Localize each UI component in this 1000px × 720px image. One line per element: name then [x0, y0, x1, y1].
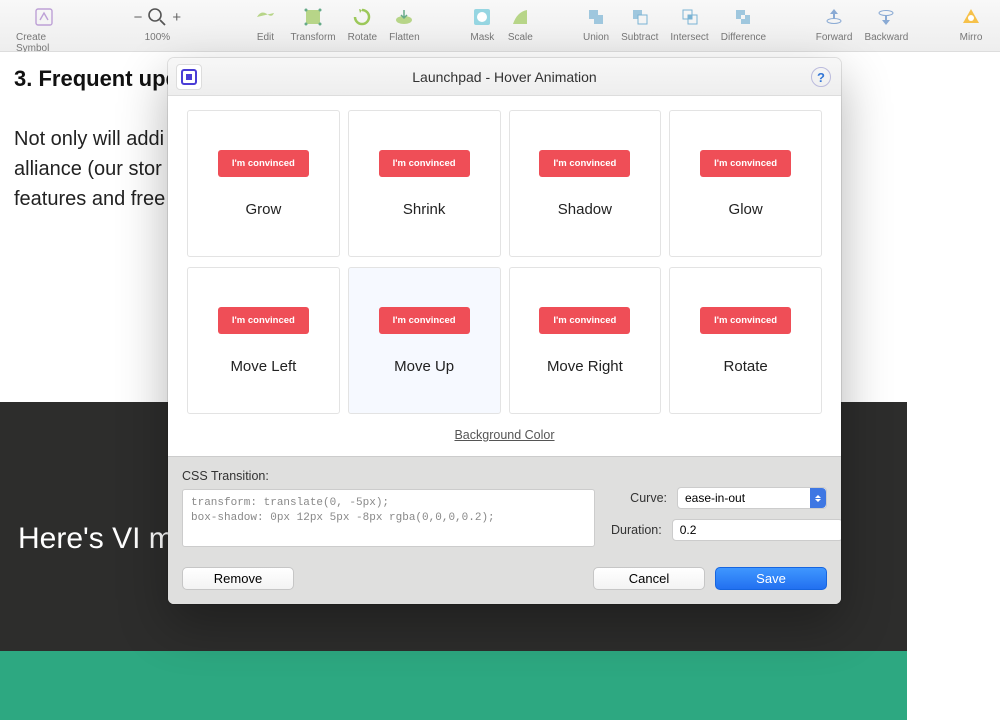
animation-preview-button: I'm convinced: [379, 307, 470, 334]
animation-card-move-up[interactable]: I'm convinced Move Up: [348, 267, 501, 414]
animation-name: Move Up: [394, 358, 454, 375]
animation-preview-button: I'm convinced: [218, 307, 309, 334]
animation-preview-button: I'm convinced: [539, 150, 630, 177]
create-symbol-icon: [31, 4, 57, 30]
intersect-icon: [677, 4, 703, 30]
scale-label: Scale: [508, 32, 533, 43]
animation-preview-button: I'm convinced: [379, 150, 470, 177]
mirror-icon: [958, 4, 984, 30]
zoom-control[interactable]: − + 100%: [132, 4, 184, 43]
animation-card-shadow[interactable]: I'm convinced Shadow: [509, 110, 662, 257]
save-button[interactable]: Save: [715, 567, 827, 590]
rotate-button[interactable]: Rotate: [342, 4, 383, 43]
scale-icon: [507, 4, 533, 30]
flatten-label: Flatten: [389, 32, 420, 43]
backward-button[interactable]: Backward: [858, 4, 914, 43]
forward-icon: [821, 4, 847, 30]
dialog-header: Launchpad - Hover Animation ?: [168, 58, 841, 96]
animation-preview-button: I'm convinced: [218, 150, 309, 177]
animation-name: Rotate: [724, 358, 768, 375]
intersect-label: Intersect: [670, 32, 708, 43]
subtract-label: Subtract: [621, 32, 658, 43]
zoom-out-icon[interactable]: −: [132, 9, 145, 26]
remove-button[interactable]: Remove: [182, 567, 294, 590]
subtract-icon: [627, 4, 653, 30]
animation-grid: I'm convincedGrowI'm convincedShrinkI'm …: [187, 110, 822, 414]
animation-name: Grow: [245, 201, 281, 218]
cancel-button[interactable]: Cancel: [593, 567, 705, 590]
subtract-button[interactable]: Subtract: [615, 4, 664, 43]
transform-button[interactable]: Transform: [284, 4, 341, 43]
duration-input[interactable]: [672, 519, 841, 541]
animation-preview-button: I'm convinced: [700, 150, 791, 177]
animation-card-grow[interactable]: I'm convinced Grow: [187, 110, 340, 257]
create-symbol-button[interactable]: Create Symbol: [10, 4, 79, 54]
union-button[interactable]: Union: [577, 4, 615, 43]
flatten-icon: [391, 4, 417, 30]
background-color-link[interactable]: Background Color: [187, 428, 822, 442]
union-icon: [583, 4, 609, 30]
rotate-icon: [349, 4, 375, 30]
animation-preview-button: I'm convinced: [700, 307, 791, 334]
curve-label: Curve:: [611, 491, 667, 505]
zoom-label: 100%: [145, 32, 171, 43]
animation-name: Shadow: [558, 201, 612, 218]
animation-preview-button: I'm convinced: [539, 307, 630, 334]
magnifier-icon: [146, 6, 168, 28]
mask-label: Mask: [470, 32, 494, 43]
union-label: Union: [583, 32, 609, 43]
create-symbol-label: Create Symbol: [16, 32, 73, 54]
select-handle-icon: [810, 488, 826, 508]
duration-label: Duration:: [611, 523, 662, 537]
css-transition-label: CSS Transition:: [182, 469, 595, 483]
mask-icon: [469, 4, 495, 30]
animation-name: Glow: [729, 201, 763, 218]
scale-button[interactable]: Scale: [501, 4, 539, 43]
dialog-body: I'm convincedGrowI'm convincedShrinkI'm …: [168, 96, 841, 456]
animation-name: Move Left: [230, 358, 296, 375]
mirror-label: Mirro: [960, 32, 983, 43]
document-paragraph: Not only will addi alliance (our stor fe…: [14, 124, 184, 214]
hover-animation-dialog: Launchpad - Hover Animation ? I'm convin…: [168, 58, 841, 604]
difference-button[interactable]: Difference: [715, 4, 772, 43]
edit-label: Edit: [257, 32, 274, 43]
animation-card-move-right[interactable]: I'm convinced Move Right: [509, 267, 662, 414]
edit-icon: [252, 4, 278, 30]
dark-section-text: Here's VI m: [18, 522, 174, 556]
app-toolbar: Create Symbol − + 100% Edit Transform Ro…: [0, 0, 1000, 52]
dialog-title: Launchpad - Hover Animation: [412, 69, 596, 85]
launchpad-logo-icon: [176, 64, 202, 90]
intersect-button[interactable]: Intersect: [664, 4, 714, 43]
animation-name: Move Right: [547, 358, 623, 375]
zoom-in-icon[interactable]: +: [170, 9, 183, 26]
difference-icon: [730, 4, 756, 30]
rotate-label: Rotate: [348, 32, 377, 43]
mask-button[interactable]: Mask: [463, 4, 501, 43]
edit-button[interactable]: Edit: [246, 4, 284, 43]
animation-name: Shrink: [403, 201, 446, 218]
curve-select[interactable]: ease-in-out: [677, 487, 827, 509]
difference-label: Difference: [721, 32, 766, 43]
settings-panel: CSS Transition: transform: translate(0, …: [168, 456, 841, 559]
forward-button[interactable]: Forward: [810, 4, 859, 43]
mirror-button[interactable]: Mirro: [952, 4, 990, 43]
transform-icon: [300, 4, 326, 30]
flatten-button[interactable]: Flatten: [383, 4, 426, 43]
animation-card-glow[interactable]: I'm convinced Glow: [669, 110, 822, 257]
backward-icon: [873, 4, 899, 30]
dialog-button-row: Remove Cancel Save: [168, 559, 841, 604]
help-button[interactable]: ?: [811, 67, 831, 87]
forward-label: Forward: [816, 32, 853, 43]
animation-card-move-left[interactable]: I'm convinced Move Left: [187, 267, 340, 414]
backward-label: Backward: [864, 32, 908, 43]
green-section: [0, 651, 907, 720]
animation-card-shrink[interactable]: I'm convinced Shrink: [348, 110, 501, 257]
css-transition-input[interactable]: transform: translate(0, -5px);box-shadow…: [182, 489, 595, 547]
document-heading: 3. Frequent upda: [14, 66, 191, 92]
transform-label: Transform: [290, 32, 335, 43]
animation-card-rotate[interactable]: I'm convinced Rotate: [669, 267, 822, 414]
